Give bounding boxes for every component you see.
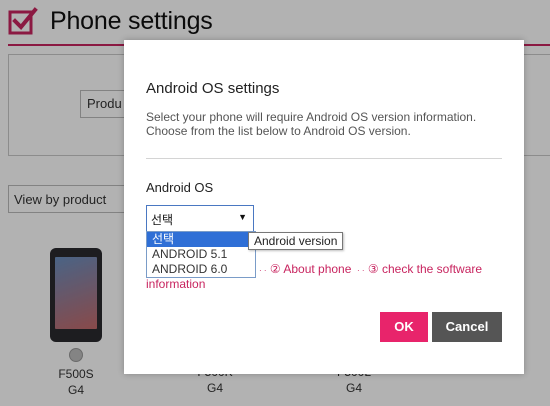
cancel-button[interactable]: Cancel <box>432 312 502 342</box>
os-option[interactable]: ANDROID 5.1 <box>147 247 255 262</box>
description-line: Choose from the list below to Android OS… <box>146 124 411 138</box>
step-2-number: ② <box>269 262 281 276</box>
tooltip: Android version <box>248 232 344 250</box>
android-os-select[interactable]: 선택 ▼ <box>146 205 254 232</box>
android-os-modal: Android OS settings Select your phone wi… <box>124 40 524 374</box>
select-value: 선택 <box>151 213 174 227</box>
step-3-number: ③ <box>367 262 379 276</box>
modal-title: Android OS settings <box>146 80 280 97</box>
check-software-link-continued[interactable]: information <box>146 277 205 292</box>
android-os-label: Android OS <box>146 180 214 195</box>
os-option[interactable]: ANDROID 6.0 <box>147 262 255 277</box>
os-option[interactable]: 선택 <box>147 232 255 247</box>
modal-description: Select your phone will require Android O… <box>146 110 506 138</box>
android-os-dropdown: 선택 ANDROID 5.1 ANDROID 6.0 <box>146 231 256 278</box>
caret-down-icon: ▼ <box>238 212 247 222</box>
description-line: Select your phone will require Android O… <box>146 110 477 124</box>
check-software-link[interactable]: check the software <box>382 262 482 276</box>
ok-button[interactable]: OK <box>380 312 428 342</box>
about-phone-link[interactable]: About phone <box>283 262 351 276</box>
modal-divider <box>146 158 502 159</box>
